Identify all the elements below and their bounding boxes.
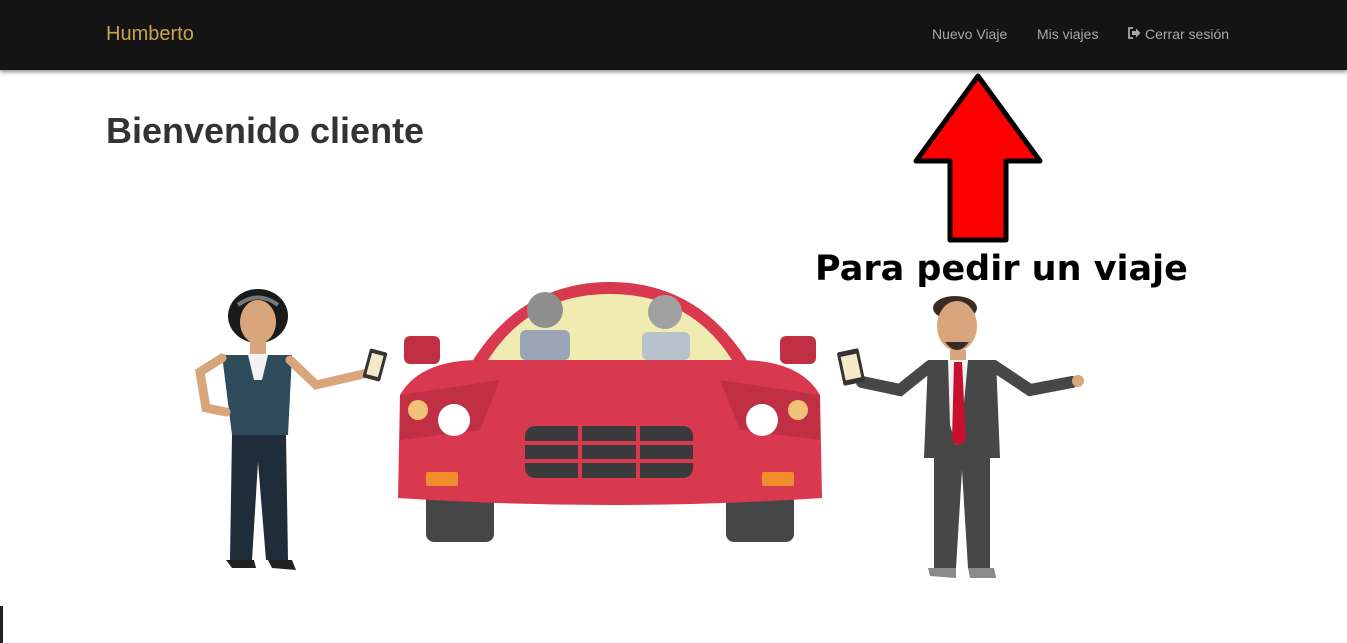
red-up-arrow-icon [913,73,1043,243]
